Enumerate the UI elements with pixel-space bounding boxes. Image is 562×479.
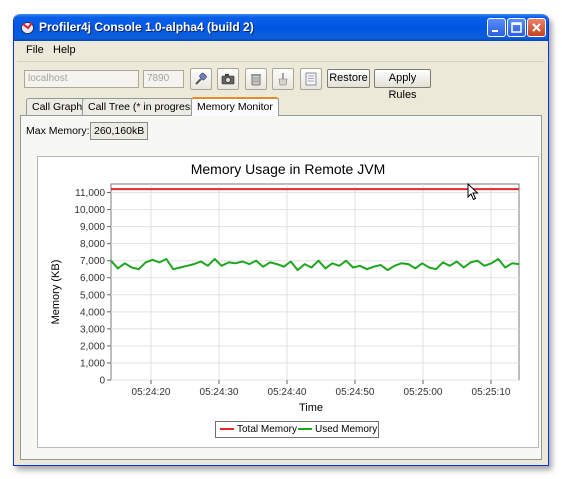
legend-item-used: Used Memory (298, 423, 377, 436)
menu-bar: File Help (17, 41, 545, 62)
maximize-button[interactable] (507, 18, 526, 37)
legend-label-total: Total Memory (237, 424, 298, 435)
y-tick-label: 8,000 (80, 239, 105, 250)
y-tick-label: 10,000 (74, 205, 105, 216)
connect-icon (195, 72, 207, 85)
x-tick-label: 05:24:20 (132, 387, 171, 398)
y-tick-label: 5,000 (80, 290, 105, 301)
title-bar[interactable]: Profiler4j Console 1.0-alpha4 (build 2) (14, 14, 548, 41)
apply-rules-button[interactable]: Apply Rules (374, 69, 431, 101)
y-tick-label: 1,000 (80, 358, 105, 369)
y-tick-label: 7,000 (80, 256, 105, 267)
memory-chart: Memory Usage in Remote JVM Time Memory (… (37, 156, 539, 448)
tab-strip: Call Graph Call Tree (* in progress*) Me… (17, 97, 545, 116)
close-icon (532, 23, 541, 32)
snapshot-icon (221, 74, 235, 85)
x-tick-label: 05:24:50 (336, 387, 375, 398)
minimize-icon (492, 30, 498, 32)
snapshot-button[interactable] (217, 68, 239, 90)
app-window: Profiler4j Console 1.0-alpha4 (build 2) … (13, 14, 549, 466)
menu-file[interactable]: File (26, 44, 44, 56)
tab-call-graph[interactable]: Call Graph (26, 98, 89, 115)
y-tick-label: 3,000 (80, 324, 105, 335)
legend-swatch-used (298, 428, 312, 431)
minimize-button[interactable] (487, 18, 506, 37)
clear-icon (278, 73, 288, 86)
max-memory-label: Max Memory: (26, 125, 90, 137)
port-field[interactable]: 7890 (143, 70, 184, 88)
menu-help[interactable]: Help (53, 44, 76, 56)
chart-title: Memory Usage in Remote JVM (191, 161, 386, 177)
close-button[interactable] (527, 18, 546, 37)
rules-button[interactable] (300, 68, 322, 90)
y-tick-label: 9,000 (80, 222, 105, 233)
legend-item-total: Total Memory (220, 423, 297, 436)
chart-legend: Total Memory Used Memory (215, 421, 379, 438)
y-tick-label: 11,000 (75, 188, 105, 199)
y-tick-label: 0 (99, 376, 105, 387)
app-icon (20, 20, 35, 35)
mouse-cursor-icon (467, 183, 479, 201)
legend-label-used: Used Memory (315, 424, 378, 435)
maximize-icon (511, 22, 522, 33)
legend-swatch-total (220, 428, 234, 431)
restore-button[interactable]: Restore (327, 69, 370, 88)
rules-icon (305, 72, 317, 86)
y-axis-label: Memory (KB) (50, 260, 62, 325)
gc-icon (251, 74, 261, 86)
max-memory-value: 260,160kB (90, 122, 149, 140)
window-title: Profiler4j Console 1.0-alpha4 (build 2) (39, 20, 254, 34)
memory-chart-svg: Memory Usage in Remote JVM Time Memory (… (50, 161, 520, 414)
host-field[interactable]: localhost (24, 70, 139, 88)
x-axis-label: Time (299, 402, 323, 414)
gc-button[interactable] (245, 68, 267, 90)
x-tick-label: 05:24:40 (268, 387, 307, 398)
x-tick-label: 05:25:10 (472, 387, 511, 398)
clear-button[interactable] (272, 68, 294, 90)
plot-area (110, 183, 520, 381)
tab-memory-monitor[interactable]: Memory Monitor (191, 97, 279, 116)
x-tick-label: 05:25:00 (404, 387, 443, 398)
connect-button[interactable] (190, 68, 212, 90)
toolbar: localhost 7890 Restore Apply Rules (17, 64, 545, 101)
memory-monitor-panel: Max Memory: 260,160kB Memory Usage in Re… (20, 115, 542, 460)
tab-call-tree[interactable]: Call Tree (* in progress*) (82, 98, 209, 115)
x-tick-label: 05:24:30 (200, 387, 239, 398)
y-tick-label: 4,000 (80, 307, 105, 318)
y-tick-label: 2,000 (80, 341, 105, 352)
y-tick-label: 6,000 (80, 273, 105, 284)
